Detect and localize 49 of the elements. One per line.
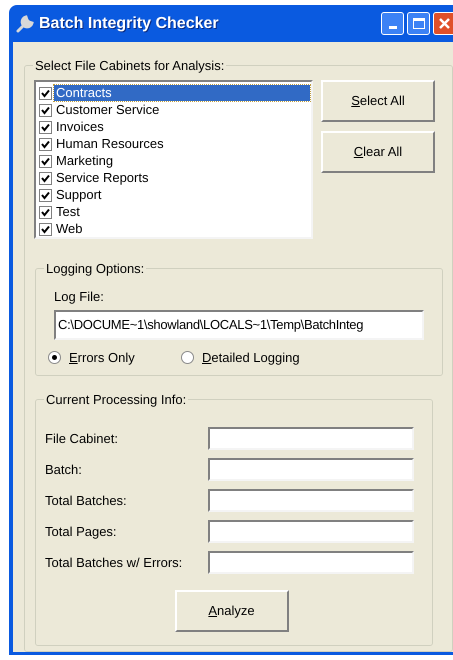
list-item[interactable]: Invoices bbox=[54, 119, 310, 135]
cabinet-list[interactable]: Contracts Customer Service Invoices Human Resources Marketing Service Reports Support Test Web bbox=[34, 80, 313, 238]
checkbox[interactable] bbox=[39, 104, 52, 116]
radio-button[interactable] bbox=[181, 350, 194, 364]
action-button[interactable]: Select All bbox=[321, 80, 435, 122]
log-file-field[interactable]: C:\DOCUME~1\showland\LOCALS~1\Temp\BatchInteg bbox=[54, 310, 424, 340]
list-item[interactable]: Contracts bbox=[54, 85, 310, 101]
wrench-icon bbox=[15, 14, 35, 34]
checkbox[interactable] bbox=[39, 120, 52, 134]
minimize-button[interactable] bbox=[381, 12, 404, 35]
radio-button[interactable] bbox=[48, 350, 61, 364]
list-item[interactable]: Customer Service bbox=[54, 102, 310, 118]
input-field[interactable] bbox=[208, 458, 414, 481]
list-item[interactable]: Test bbox=[54, 204, 310, 220]
field-label: Log File: bbox=[54, 288, 105, 306]
close-button[interactable] bbox=[433, 12, 453, 35]
close-icon bbox=[438, 17, 451, 30]
action-button[interactable]: Clear All bbox=[321, 130, 435, 172]
input-field[interactable] bbox=[208, 427, 414, 450]
checkbox[interactable] bbox=[39, 86, 52, 100]
list-item[interactable]: Marketing bbox=[54, 153, 310, 169]
group-title: Logging Options: bbox=[45, 260, 146, 278]
list-item[interactable]: Support bbox=[54, 187, 310, 203]
window-title: Batch Integrity Checker bbox=[39, 14, 219, 34]
analyze-button[interactable]: Analyze bbox=[174, 590, 288, 632]
maximize-button[interactable] bbox=[407, 12, 430, 35]
checkbox[interactable] bbox=[39, 206, 52, 218]
input-field[interactable] bbox=[208, 489, 414, 512]
minimize-icon bbox=[388, 26, 396, 29]
field-label: File Cabinet: bbox=[45, 430, 119, 448]
radio-label: Errors Only bbox=[69, 348, 135, 367]
list-item[interactable]: Service Reports bbox=[54, 170, 310, 186]
group-title: Current Processing Info: bbox=[45, 390, 188, 409]
field-label: Total Batches: bbox=[45, 492, 128, 510]
maximize-icon bbox=[412, 18, 424, 29]
group-title: Select File Cabinets for Analysis: bbox=[34, 57, 226, 75]
checkbox[interactable] bbox=[39, 154, 52, 168]
radio-label: Detailed Logging bbox=[202, 348, 300, 367]
field-label: Total Batches w/ Errors: bbox=[45, 554, 184, 572]
field-label: Total Pages: bbox=[45, 522, 118, 541]
input-field[interactable] bbox=[208, 551, 414, 574]
list-item[interactable]: Human Resources bbox=[54, 136, 310, 152]
list-item[interactable]: Web bbox=[54, 221, 310, 237]
checkbox[interactable] bbox=[39, 172, 52, 184]
checkbox[interactable] bbox=[39, 222, 52, 236]
input-field[interactable] bbox=[208, 520, 414, 543]
field-label: Batch: bbox=[45, 460, 83, 479]
checkbox[interactable] bbox=[39, 188, 52, 202]
checkbox[interactable] bbox=[39, 138, 52, 150]
